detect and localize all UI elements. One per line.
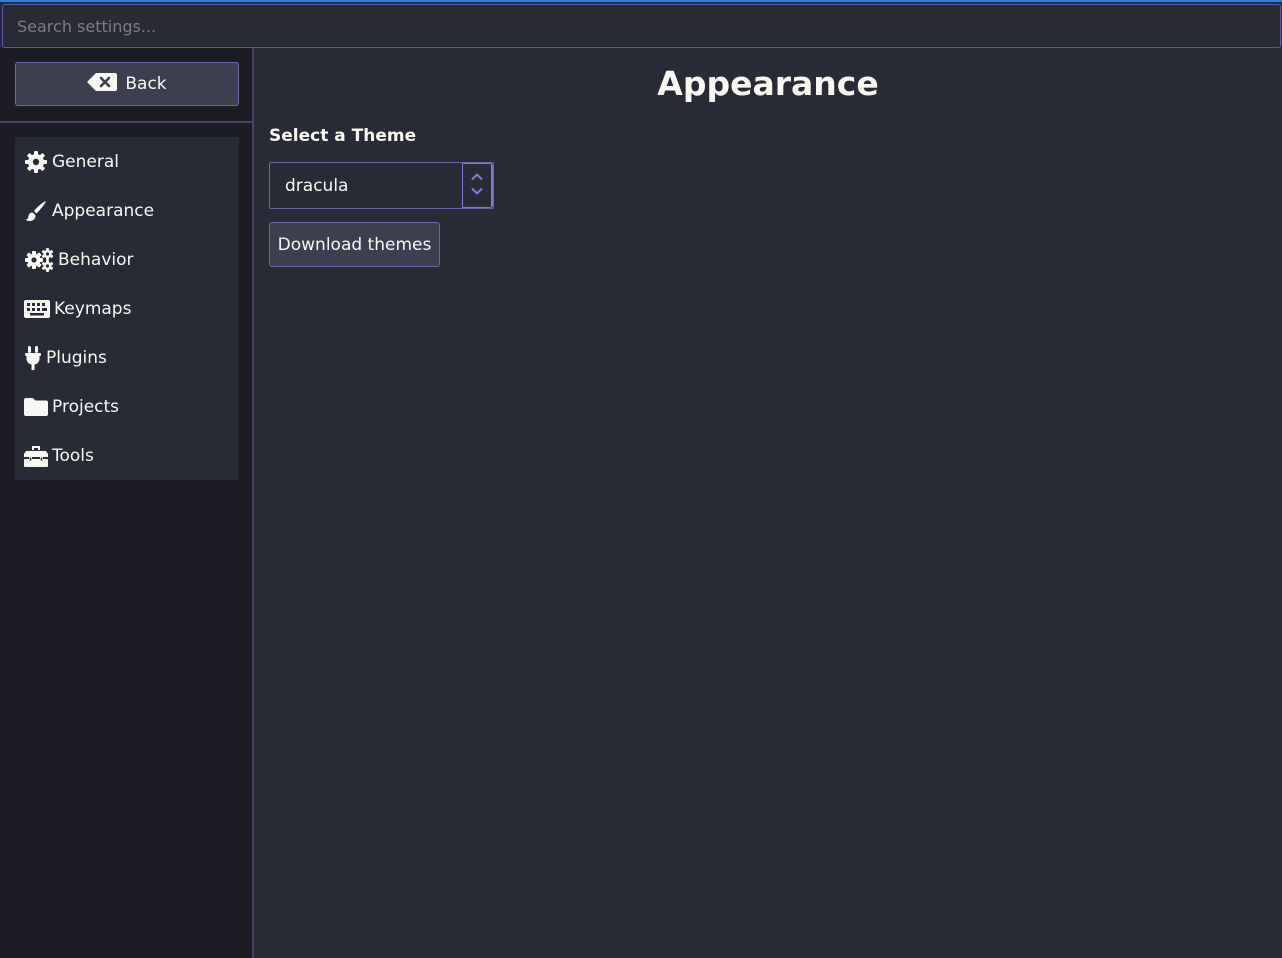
- sidebar-item-keymaps[interactable]: Keymaps: [15, 284, 239, 333]
- theme-select-value: dracula: [285, 175, 349, 196]
- sidebar-item-plugins[interactable]: Plugins: [15, 333, 239, 382]
- sidebar-item-label: Appearance: [52, 200, 155, 221]
- theme-select[interactable]: dracula: [269, 162, 494, 209]
- theme-select-label: Select a Theme: [269, 126, 417, 146]
- sidebar-item-tools[interactable]: Tools: [15, 431, 239, 480]
- back-button[interactable]: Back: [15, 62, 239, 106]
- sidebar: Back General Appearance Behavior Keymaps…: [0, 48, 254, 958]
- sidebar-item-label: General: [52, 151, 119, 172]
- sidebar-item-appearance[interactable]: Appearance: [15, 186, 239, 235]
- plug-icon: [24, 345, 42, 370]
- chevron-up-down-icon: [470, 171, 484, 201]
- settings-window: Back General: [0, 0, 1282, 958]
- gears-icon: [24, 247, 54, 272]
- settings-nav: General Appearance Behavior Keymaps Plug…: [15, 137, 239, 480]
- folder-icon: [24, 395, 48, 419]
- sidebar-item-label: Plugins: [46, 347, 107, 368]
- sidebar-item-projects[interactable]: Projects: [15, 382, 239, 431]
- search-bar: [2, 4, 1281, 48]
- sidebar-item-label: Keymaps: [54, 298, 132, 319]
- sidebar-divider: [0, 121, 252, 123]
- sidebar-item-behavior[interactable]: Behavior: [15, 235, 239, 284]
- theme-select-spinner[interactable]: [462, 163, 493, 208]
- paintbrush-icon: [24, 199, 48, 223]
- search-input[interactable]: [3, 5, 1280, 47]
- settings-panel: Appearance Select a Theme dracula Downlo…: [254, 48, 1282, 958]
- back-button-label: Back: [125, 74, 167, 94]
- sidebar-item-general[interactable]: General: [15, 137, 239, 186]
- sidebar-item-label: Tools: [52, 445, 94, 466]
- sidebar-item-label: Behavior: [58, 249, 134, 270]
- keyboard-icon: [24, 297, 50, 321]
- page-title: Appearance: [657, 64, 879, 103]
- download-themes-button[interactable]: Download themes: [269, 222, 440, 267]
- toolbox-icon: [24, 444, 48, 468]
- sidebar-item-label: Projects: [52, 396, 120, 417]
- backspace-icon: [87, 72, 118, 96]
- gear-icon: [24, 150, 48, 174]
